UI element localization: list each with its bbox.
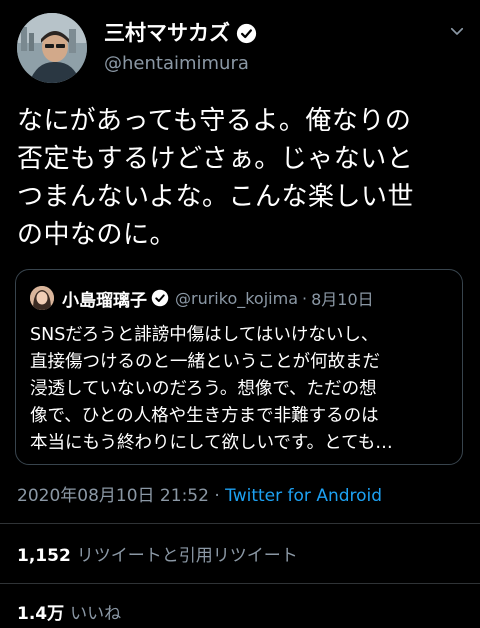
tweet-meta: 2020年08月10日 21:52 · Twitter for Android bbox=[17, 481, 382, 506]
divider bbox=[0, 523, 480, 524]
divider bbox=[0, 583, 480, 584]
quoted-author-name: 小島瑠璃子 bbox=[62, 290, 147, 311]
quoted-author-avatar bbox=[30, 286, 54, 310]
verified-badge-icon bbox=[236, 23, 257, 43]
retweets-label: リツイートと引用リツイート bbox=[76, 546, 298, 566]
chevron-down-icon[interactable] bbox=[448, 22, 466, 40]
quoted-tweet-text: SNSだろうと誹謗中傷はしてはいけないし、 直接傷つけるのと一緒ということが何故… bbox=[30, 325, 393, 453]
tweet-timestamp[interactable]: 2020年08月10日 21:52 bbox=[17, 486, 209, 506]
quoted-verified-badge-icon bbox=[151, 289, 169, 307]
author-name-row: 三村マサカズ bbox=[104, 18, 257, 48]
tweet-header: 三村マサカズ @hentaimimura bbox=[0, 0, 480, 90]
author-name[interactable]: 三村マサカズ bbox=[104, 20, 230, 46]
likes-stat[interactable]: 1.4万 いいね bbox=[17, 599, 121, 624]
quoted-separator: · bbox=[302, 288, 308, 308]
author-avatar[interactable] bbox=[17, 13, 87, 83]
quoted-tweet[interactable]: 小島瑠璃子 @ruriko_kojima · 8月10日 SNSだろうと誹謗中傷… bbox=[15, 269, 463, 465]
meta-separator: · bbox=[214, 486, 220, 506]
tweet-source-link[interactable]: Twitter for Android bbox=[225, 486, 382, 506]
retweets-count: 1,152 bbox=[17, 546, 71, 566]
author-avatar-image bbox=[17, 13, 87, 83]
quoted-author-handle: @ruriko_kojima bbox=[175, 288, 298, 308]
likes-count: 1.4万 bbox=[17, 604, 65, 624]
quoted-tweet-header: 小島瑠璃子 @ruriko_kojima · 8月10日 bbox=[30, 285, 374, 311]
author-handle[interactable]: @hentaimimura bbox=[104, 53, 249, 75]
retweets-stat[interactable]: 1,152 リツイートと引用リツイート bbox=[17, 541, 298, 566]
tweet-text: なにがあっても守るよ。俺なりの 否定もするけどさぁ。じゃないと つまんないよな。… bbox=[17, 106, 414, 250]
quoted-date: 8月10日 bbox=[311, 290, 374, 309]
likes-label: いいね bbox=[70, 604, 122, 624]
